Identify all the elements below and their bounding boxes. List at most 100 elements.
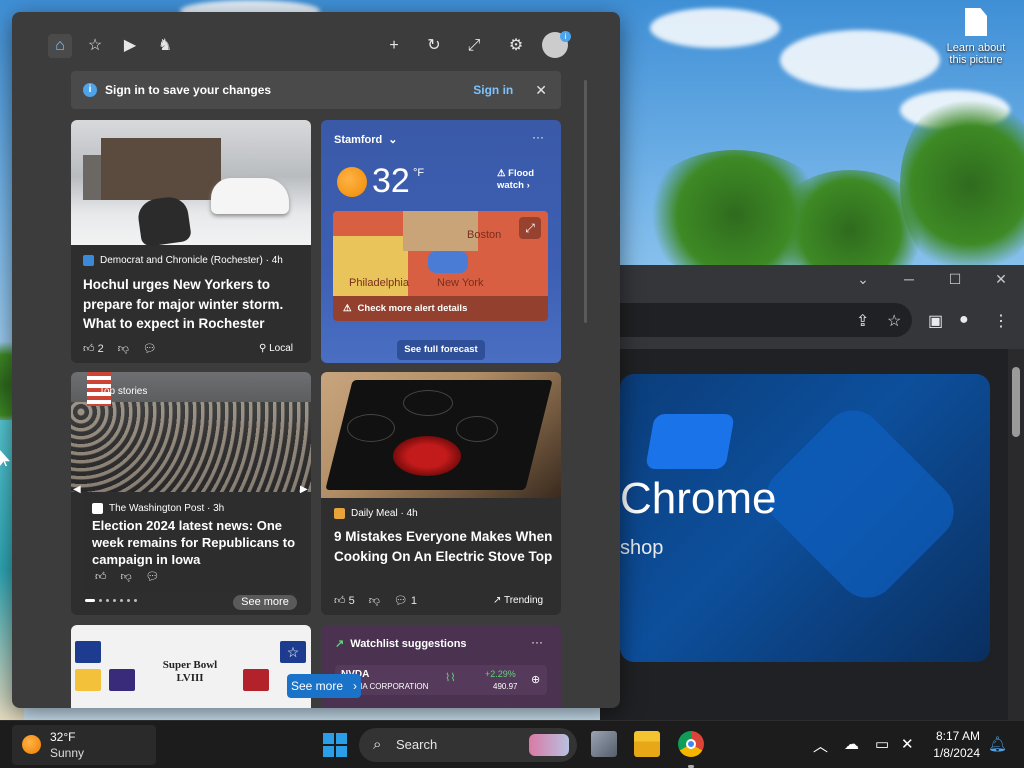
see-full-forecast-button[interactable]: See full forecast — [397, 340, 485, 360]
file-explorer-icon[interactable] — [634, 731, 660, 757]
news-card-winter-storm[interactable]: Democrat and Chronicle (Rochester) · 4h … — [71, 120, 311, 363]
menu-icon[interactable]: ⋮ — [993, 311, 1009, 331]
weather-temperature: 32 — [372, 162, 410, 200]
like-count: 5 — [348, 595, 355, 607]
widgets-scrollbar[interactable] — [584, 80, 587, 323]
add-icon[interactable]: + — [382, 34, 406, 58]
see-more-button[interactable]: See more › — [287, 674, 361, 698]
stock-row[interactable]: NVDA NVIDIA CORPORATION ⌇⌇ +2.29% 490.97… — [335, 665, 547, 695]
add-stock-icon[interactable]: ⊕ — [531, 673, 540, 686]
dislike-icon[interactable]: 👎︎ — [369, 594, 380, 607]
minimize-button[interactable]: ─ — [886, 265, 932, 293]
steelers-logo-icon — [75, 669, 101, 691]
share-icon[interactable]: ⇪ — [856, 311, 869, 331]
favorites-icon[interactable]: ☆ — [83, 34, 107, 58]
signin-link[interactable]: Sign in — [473, 83, 513, 97]
star-icon[interactable]: ☆ — [887, 311, 901, 331]
desktop-icon-label: Learn about this picture — [946, 42, 1006, 66]
see-more-stories-button[interactable]: See more — [233, 595, 297, 610]
like-icon[interactable]: 👍︎ 5 — [334, 594, 355, 607]
news-headline[interactable]: 9 Mistakes Everyone Makes When Cooking O… — [334, 527, 554, 566]
home-icon[interactable]: ⌂ — [48, 34, 72, 58]
info-badge-icon: i — [560, 31, 571, 42]
source-logo-icon — [334, 508, 345, 519]
stock-trend-icon: ↗ — [335, 638, 345, 650]
like-count: 2 — [97, 343, 104, 355]
network-icon[interactable]: ▭ — [875, 735, 889, 753]
video-icon[interactable]: ▶ — [118, 34, 142, 58]
like-icon[interactable]: 👍︎ — [95, 570, 107, 583]
chevron-down-icon[interactable]: ⌄ — [840, 265, 886, 293]
location-tag: ⚲ Local — [259, 343, 294, 354]
news-source: The Washington Post · 3h — [109, 503, 225, 514]
alert-details-bar[interactable]: ⚠ Check more alert details — [333, 296, 548, 321]
search-highlight-icon — [529, 734, 569, 756]
weather-location[interactable]: Stamford — [334, 134, 382, 146]
expand-map-icon[interactable]: ⤢ — [519, 217, 541, 239]
taskbar-clock[interactable]: 8:17 AM 1/8/2024 — [916, 728, 980, 762]
see-more-label: See more — [290, 679, 344, 693]
cowboys-logo-icon: ☆ — [280, 641, 306, 663]
more-options-icon[interactable]: ··· — [531, 635, 543, 649]
close-icon[interactable]: ✕ — [535, 82, 547, 99]
flood-watch-alert[interactable]: ⚠ Flood watch › — [497, 168, 545, 192]
volume-mute-icon[interactable]: ✕ — [901, 735, 914, 753]
sparkline-icon: ⌇⌇ — [445, 672, 456, 684]
dislike-icon[interactable]: 👎︎ — [121, 570, 132, 583]
chrome-icon[interactable] — [678, 731, 704, 757]
chrome-page-content: Chrome shop — [600, 349, 1008, 720]
windows-start-icon[interactable] — [323, 733, 347, 757]
carousel-prev-icon[interactable]: ◀ — [73, 484, 81, 495]
widgets-panel: ⌂ ☆ ▶ ♞ + ↻ ⤢ ⚙ i i Sign in to save your… — [12, 12, 620, 708]
chevron-down-icon[interactable]: ⌄ — [388, 133, 397, 146]
hero-title: Chrome — [620, 474, 777, 523]
comment-icon[interactable]: 💬︎ — [146, 570, 160, 583]
refresh-icon[interactable]: ↻ — [422, 34, 446, 58]
weather-radar-map[interactable]: Boston Philadelphia New York ⤢ ⚠ Check m… — [333, 211, 548, 321]
chrome-window[interactable]: ⌄ ─ ☐ ✕ ⇪ ☆ ▣ ● ⋮ Chrome shop — [600, 265, 1024, 720]
desktop-icon-learn-about-picture[interactable]: Learn about this picture — [940, 8, 1012, 66]
news-image — [321, 372, 561, 498]
news-headline[interactable]: Election 2024 latest news: One week rema… — [92, 517, 296, 568]
signin-banner: i Sign in to save your changes Sign in ✕ — [71, 71, 561, 109]
close-button[interactable]: ✕ — [978, 265, 1024, 293]
news-source: Democrat and Chronicle (Rochester) · 4h — [100, 255, 283, 266]
superbowl-card[interactable]: ☆ Super Bowl LVIII — [71, 625, 311, 708]
49ers-logo-icon — [243, 669, 269, 691]
dislike-icon[interactable]: 👎︎ — [118, 342, 129, 355]
top-stories-card[interactable]: Top stories ◀ ▶ The Washington Post · 3h… — [71, 372, 311, 615]
watchlist-title: Watchlist suggestions — [350, 637, 467, 650]
bills-logo-icon — [75, 641, 101, 663]
carousel-next-icon[interactable]: ▶ — [300, 484, 308, 495]
comment-icon[interactable]: 💬︎ 1 — [394, 594, 417, 607]
task-view-icon[interactable] — [591, 731, 617, 757]
maximize-button[interactable]: ☐ — [932, 265, 978, 293]
map-label-boston: Boston — [467, 229, 502, 241]
carousel-indicator[interactable] — [85, 599, 137, 602]
chrome-scrollbar[interactable] — [1008, 349, 1024, 720]
profile-icon[interactable]: ● — [959, 311, 969, 329]
more-options-icon[interactable]: ··· — [532, 130, 544, 144]
expand-icon[interactable]: ⤢ — [462, 34, 486, 58]
taskbar-condition: Sunny — [50, 746, 85, 760]
warning-icon: ⚠ — [343, 303, 352, 314]
sunny-weather-icon — [22, 735, 41, 754]
like-icon[interactable]: 👍︎ 2 — [83, 342, 104, 355]
stock-price: 490.97 — [493, 682, 518, 691]
chevron-up-icon[interactable]: ︿ — [813, 735, 828, 756]
weather-card[interactable]: Stamford ⌄ ··· 32 °F ⚠ Flood watch › Bos… — [321, 120, 561, 363]
sidepanel-icon[interactable]: ▣ — [928, 311, 943, 331]
taskbar-search-box[interactable]: ⌕ Search — [359, 728, 577, 762]
notification-bell-icon[interactable]: 🔔︎ — [988, 735, 1007, 753]
weather-unit: °F — [413, 167, 425, 179]
news-headline[interactable]: Hochul urges New Yorkers to prepare for … — [83, 275, 303, 334]
onedrive-icon[interactable]: ☁ — [844, 735, 859, 753]
chrome-titlebar[interactable]: ⌄ ─ ☐ ✕ — [600, 265, 1024, 293]
news-card-stove[interactable]: Daily Meal · 4h 9 Mistakes Everyone Make… — [321, 372, 561, 615]
map-label-philadelphia: Philadelphia — [349, 277, 409, 289]
taskbar-weather-widget[interactable]: 32°F Sunny — [12, 725, 156, 765]
comment-count: 1 — [410, 595, 418, 607]
personalize-icon[interactable]: ⚙ — [504, 34, 528, 58]
comment-icon[interactable]: 💬︎ — [143, 342, 157, 355]
games-icon[interactable]: ♞ — [153, 34, 177, 58]
